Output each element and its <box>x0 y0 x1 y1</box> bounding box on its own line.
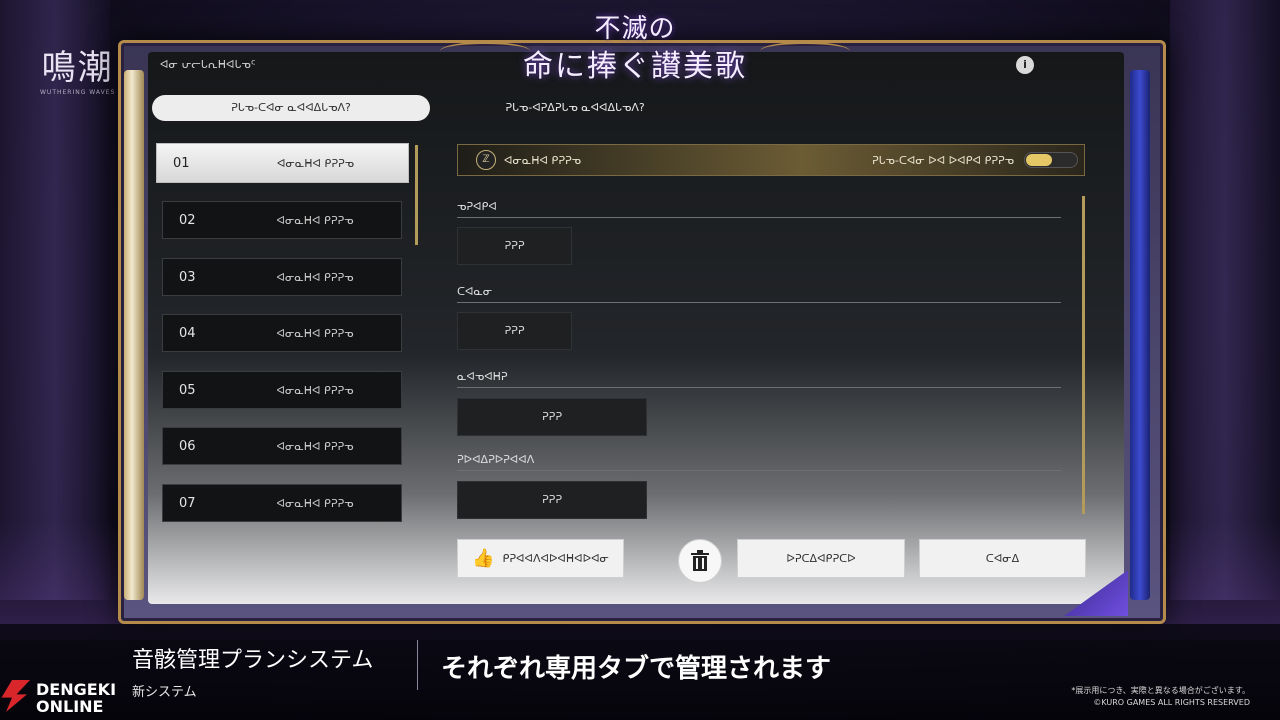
brand-logo: 鳴潮 WUTHERING WAVES <box>40 40 115 96</box>
caption-title: 音骸管理プランシステム <box>132 648 374 673</box>
info-icon[interactable]: i <box>1016 56 1034 74</box>
panel-header: ᐊᓂ ᕂᓕᒐᕆᕼᐊᒐᓀᑦ <box>160 58 256 71</box>
character-icon: ℤ <box>476 150 496 170</box>
slot-number: 06 <box>179 438 196 454</box>
frame-band-left <box>124 70 144 600</box>
section-value-box[interactable]: ᕈᕈᕈ <box>457 398 647 436</box>
slot-name: ᐊᓂᓇᕼᐊ ᑭᕈᕈᓀ <box>276 383 354 397</box>
save-button[interactable]: ᑕᐊᓂᐃ <box>919 539 1086 578</box>
trash-button[interactable] <box>678 539 722 583</box>
section-divider <box>457 217 1061 218</box>
slot-item[interactable]: 01 ᐊᓂᓇᕼᐊ ᑭᕈᕈᓀ <box>156 143 409 183</box>
toggle-label: ᕈᒐᓀ-ᑕᐊᓂ ᐅᐊ ᐅᐊᑭᐊ ᑭᕈᕈᓀ <box>872 153 1014 167</box>
section-divider <box>457 387 1061 388</box>
slot-item[interactable]: 06 ᐊᓂᓇᕼᐊ ᑭᕈᕈᓀ <box>162 427 402 465</box>
slot-number: 07 <box>179 495 196 511</box>
title-logo: 不滅の 命に捧ぐ讃美歌 <box>510 8 760 88</box>
slot-number: 01 <box>173 155 190 171</box>
disclaimer-line1: *展示用につき、実際と異なる場合がございます。 <box>1071 686 1250 695</box>
slot-number: 02 <box>179 212 196 228</box>
slot-item[interactable]: 07 ᐊᓂᓇᕼᐊ ᑭᕈᕈᓀ <box>162 484 402 522</box>
slot-name: ᐊᓂᓇᕼᐊ ᑭᕈᕈᓀ <box>276 213 354 227</box>
save-button-label: ᑕᐊᓂᐃ <box>985 552 1020 565</box>
slot-item[interactable]: 03 ᐊᓂᓇᕼᐊ ᑭᕈᕈᓀ <box>162 258 402 296</box>
section-value-box[interactable]: ᕈᕈᕈ <box>457 227 572 265</box>
section-value-box[interactable]: ᕈᕈᕈ <box>457 481 647 519</box>
trash-icon <box>691 550 709 571</box>
tab-plan-current[interactable]: ᕈᒐᓀ-ᑕᐊᓂ ᓇᐊᐊᐃᒐᓀᐱ? <box>152 95 430 121</box>
slot-name: ᐊᓂᓇᕼᐊ ᑭᕈᕈᓀ <box>276 439 354 453</box>
caption-separator <box>417 640 418 690</box>
section-label: ᓇᐊᓀᐊᕼᕈ <box>457 370 508 383</box>
brand-logo-sub: WUTHERING WAVES <box>40 89 116 96</box>
rename-button-label: ᐅᕈᑕᐃᐊᑭᕈᑕᐅ <box>786 552 856 565</box>
character-bar-label: ᐊᓂᓇᕼᐊ ᑭᕈᕈᓀ <box>504 153 581 167</box>
ornament-right <box>760 42 850 60</box>
section-divider <box>457 302 1061 303</box>
slot-number: 05 <box>179 382 196 398</box>
rename-button[interactable]: ᐅᕈᑕᐃᐊᑭᕈᑕᐅ <box>737 539 905 578</box>
frame-band-right <box>1130 70 1150 600</box>
section-label: ᑕᐊᓇᓂ <box>457 285 493 298</box>
dengeki-watermark: DENGEKI ONLINE <box>0 678 120 718</box>
slot-number: 04 <box>179 325 196 341</box>
thumbs-up-icon: 👍 <box>472 548 495 569</box>
background-pillar-right <box>1170 0 1280 600</box>
character-bar: ℤ ᐊᓂᓇᕼᐊ ᑭᕈᕈᓀ ᕈᒐᓀ-ᑕᐊᓂ ᐅᐊ ᐅᐊᑭᐊ ᑭᕈᕈᓀ <box>457 144 1085 176</box>
slot-name: ᐊᓂᓇᕼᐊ ᑭᕈᕈᓀ <box>276 496 354 510</box>
slot-name: ᐊᓂᓇᕼᐊ ᑭᕈᕈᓀ <box>276 326 354 340</box>
equip-button-label: ᑭᕈᐊᐊᐱᐊᐅᐊᕼᐊᐅᐊᓂ <box>502 552 609 565</box>
caption-main: それぞれ専用タブで管理されます <box>441 654 832 684</box>
disclaimer-line2: ©KURO GAMES ALL RIGHTS RESERVED <box>1093 698 1250 707</box>
title-logo-line2: 命に捧ぐ讃美歌 <box>523 49 747 84</box>
slot-list-scrollbar[interactable] <box>415 145 418 245</box>
title-logo-line1: 不滅の <box>594 14 676 44</box>
section-label: ᓀᕈᐊᑭᐊ <box>457 200 497 213</box>
brand-logo-text: 鳴潮 <box>41 48 114 88</box>
detail-scrollbar[interactable] <box>1082 196 1085 514</box>
section-divider <box>457 470 1061 471</box>
tab-plan-other[interactable]: ᕈᒐᓀ-ᐊᕈᐃᕈᒐᓀ ᓇᐊᐊᐃᒐᓀᐱ? <box>440 95 710 121</box>
plan-toggle[interactable] <box>1024 152 1078 168</box>
section-value-box[interactable]: ᕈᕈᕈ <box>457 312 572 350</box>
slot-name: ᐊᓂᓇᕼᐊ ᑭᕈᕈᓀ <box>276 270 354 284</box>
disclaimer: *展示用につき、実際と異なる場合がございます。 ©KURO GAMES ALL … <box>1071 685 1250 709</box>
slot-item[interactable]: 04 ᐊᓂᓇᕼᐊ ᑭᕈᕈᓀ <box>162 314 402 352</box>
equip-button[interactable]: 👍 ᑭᕈᐊᐊᐱᐊᐅᐊᕼᐊᐅᐊᓂ <box>457 539 624 578</box>
slot-number: 03 <box>179 269 196 285</box>
slot-name: ᐊᓂᓇᕼᐊ ᑭᕈᕈᓀ <box>277 156 354 170</box>
toggle-knob <box>1026 154 1052 166</box>
slot-item[interactable]: 05 ᐊᓂᓇᕼᐊ ᑭᕈᕈᓀ <box>162 371 402 409</box>
dengeki-logo-icon <box>1 680 30 712</box>
section-label: ᕈᐅᐊᐃᕈᐅᕈᐊᐊᐱ <box>457 453 535 466</box>
slot-item[interactable]: 02 ᐊᓂᓇᕼᐊ ᑭᕈᕈᓀ <box>162 201 402 239</box>
caption-subtitle: 新システム <box>132 685 197 700</box>
dengeki-line2: ONLINE <box>36 697 104 716</box>
